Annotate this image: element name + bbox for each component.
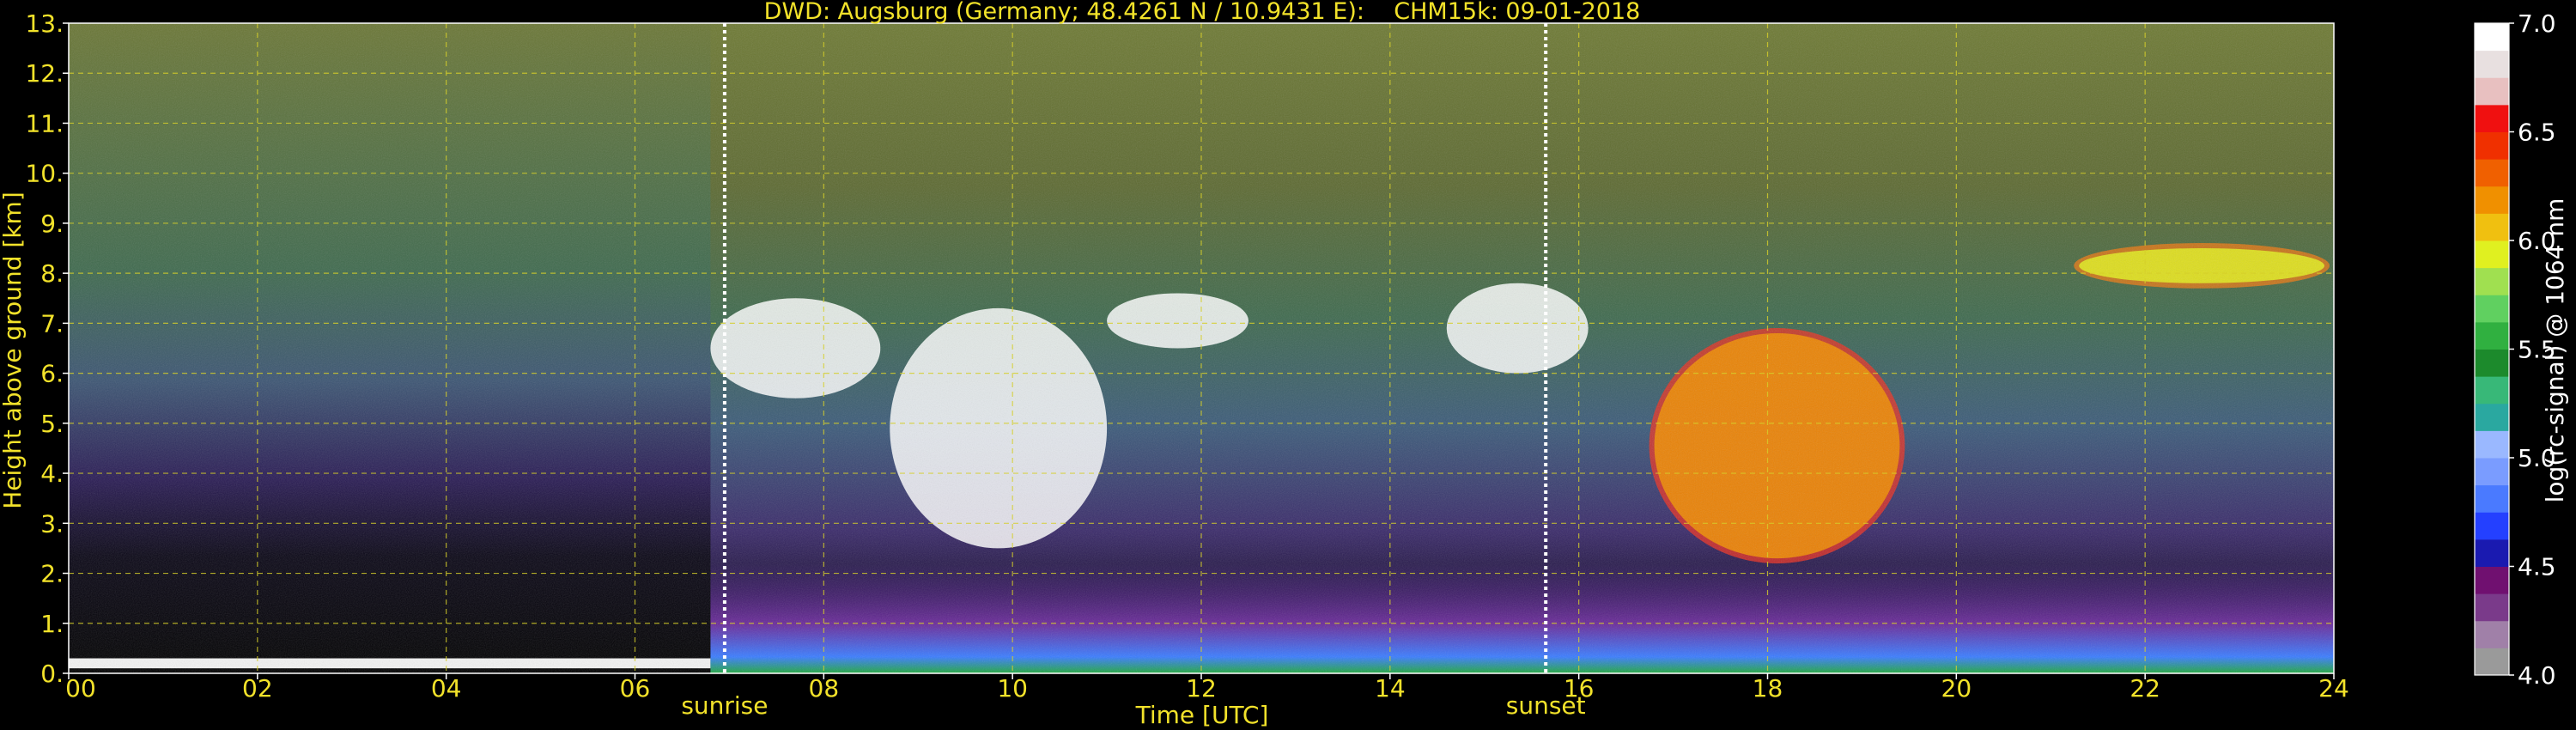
y-tick-label: 9. xyxy=(40,210,64,238)
colorbar-tick-label: 6.5 xyxy=(2518,119,2556,147)
colorbar-segment xyxy=(2475,240,2509,269)
x-tick-label: 20 xyxy=(1941,674,1972,703)
colorbar-segment xyxy=(2475,648,2509,676)
colorbar-segment xyxy=(2475,213,2509,241)
y-tick-label: 3. xyxy=(40,509,64,538)
colorbar-segment xyxy=(2475,484,2509,513)
y-tick-label: 2. xyxy=(40,560,64,588)
y-tick-label: 13. xyxy=(25,9,64,38)
y-axis-label: Height above ground [km] xyxy=(0,192,27,509)
colorbar-segment xyxy=(2475,403,2509,431)
colorbar-segment xyxy=(2475,538,2509,567)
x-axis: 00 02 04 06 08 10 12 14 16 18 20 22 24 xyxy=(65,673,2349,703)
x-tick-label: 24 xyxy=(2318,674,2349,703)
x-tick-label: 00 xyxy=(65,674,96,703)
y-tick-label: 12. xyxy=(25,59,64,88)
y-tick-label: 7. xyxy=(40,309,64,338)
colorbar-segment xyxy=(2475,376,2509,405)
x-tick-label: 14 xyxy=(1375,674,1406,703)
colorbar-tick-label: 4.0 xyxy=(2518,661,2556,690)
x-tick-label: 02 xyxy=(242,674,273,703)
y-tick-label: 10. xyxy=(25,160,64,188)
x-axis-label: Time [UTC] xyxy=(1135,701,1269,729)
x-tick-label: 06 xyxy=(620,674,651,703)
plot-area xyxy=(69,23,2334,673)
colorbar-segment xyxy=(2475,159,2509,187)
colorbar-segment xyxy=(2475,566,2509,594)
chart-title: DWD: Augsburg (Germany; 48.4261 N / 10.9… xyxy=(764,0,1641,25)
colorbar-segment xyxy=(2475,593,2509,622)
y-tick-label: 8. xyxy=(40,259,64,288)
colorbar xyxy=(2474,22,2510,676)
colorbar-segment xyxy=(2475,77,2509,106)
colorbar-segment xyxy=(2475,267,2509,295)
y-tick-label: 0. xyxy=(40,660,64,688)
colorbar-segment xyxy=(2475,620,2509,648)
y-tick-label: 6. xyxy=(40,360,64,388)
ceilometer-chart: 00 02 04 06 08 10 12 14 16 18 20 22 24 0.1.2.3.4.5.6… xyxy=(0,0,2569,729)
x-tick-label: 22 xyxy=(2129,674,2160,703)
colorbar-segment xyxy=(2475,104,2509,132)
colorbar-label: log(rc-signal) @ 1064 nm xyxy=(2541,198,2569,503)
x-tick-label: 04 xyxy=(431,674,462,703)
colorbar-segment xyxy=(2475,430,2509,459)
y-tick-label: 4. xyxy=(40,459,64,488)
y-axis: 0. 1. 2. 3. 4. 5. 6. 7. 8. 9. 10. 11. 12. 13. xyxy=(25,9,69,688)
x-tick-label: 08 xyxy=(809,674,840,703)
colorbar-segment xyxy=(2475,131,2509,160)
colorbar-segment xyxy=(2475,458,2509,486)
y-tick-label: 11. xyxy=(25,109,64,137)
colorbar-tick-label: 4.5 xyxy=(2518,553,2556,581)
colorbar-segment xyxy=(2475,295,2509,323)
x-tick-label: 10 xyxy=(997,674,1028,703)
x-tick-label: 12 xyxy=(1186,674,1217,703)
colorbar-segment xyxy=(2475,321,2509,350)
x-tick-label: 18 xyxy=(1753,674,1783,703)
colorbar-segment xyxy=(2475,23,2509,52)
colorbar-tick-label: 7.0 xyxy=(2518,9,2556,38)
colorbar-segment xyxy=(2475,349,2509,377)
annotation-sunset: sunset xyxy=(1506,691,1586,720)
y-tick-label: 1. xyxy=(40,610,64,638)
y-tick-label: 5. xyxy=(40,410,64,438)
colorbar-segment xyxy=(2475,186,2509,214)
colorbar-segment xyxy=(2475,50,2509,78)
colorbar-segment xyxy=(2475,512,2509,540)
annotation-sunrise: sunrise xyxy=(681,691,768,720)
